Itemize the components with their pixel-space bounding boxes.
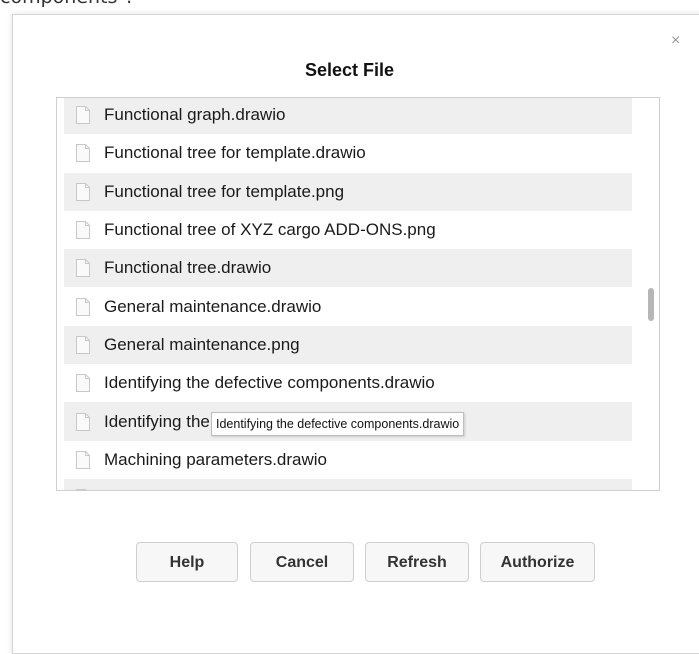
file-row[interactable]: General maintenance.drawio (64, 287, 632, 325)
file-icon (76, 182, 90, 201)
file-icon (76, 259, 90, 278)
file-name: Identifying the defective components.dra… (104, 373, 435, 393)
file-name: General maintenance.png (104, 334, 300, 354)
file-row[interactable]: Functional tree.drawio (64, 249, 632, 288)
refresh-button[interactable]: Refresh (365, 542, 469, 582)
file-icon (76, 412, 90, 431)
file-name: Functional graph.drawio (104, 105, 286, 125)
file-row[interactable]: Machining parameters.drawio (64, 441, 632, 479)
file-icon (76, 221, 90, 240)
file-name: Machining parameters.drawio (104, 449, 327, 469)
file-row[interactable]: Functional tree for template.drawio (64, 134, 632, 172)
close-icon[interactable]: × (671, 33, 680, 49)
file-icon (76, 106, 90, 125)
authorize-button[interactable]: Authorize (480, 542, 595, 582)
file-name: General maintenance.drawio (104, 296, 322, 316)
file-icon (76, 335, 90, 354)
file-icon (76, 489, 87, 490)
scrollbar-thumb[interactable] (648, 288, 654, 321)
file-name: Functional tree for template.png (104, 181, 345, 201)
file-icon (76, 144, 90, 163)
file-name: Manufacturing technology.drawio (104, 488, 352, 490)
background-text: components". (0, 0, 132, 8)
file-name: Functional tree of XYZ cargo ADD-ONS.png (104, 220, 436, 240)
file-icon (76, 450, 90, 469)
file-name: Functional tree.drawio (104, 258, 272, 278)
help-button[interactable]: Help (136, 542, 238, 582)
file-row[interactable]: Functional tree for template.png (64, 172, 632, 211)
file-row[interactable]: Functional graph.drawio (64, 98, 632, 135)
file-row[interactable]: Identifying the defective components.dra… (64, 364, 632, 402)
file-row[interactable]: Functional tree of XYZ cargo ADD-ONS.png (64, 211, 632, 249)
cancel-button[interactable]: Cancel (250, 542, 354, 582)
file-row[interactable]: Manufacturing technology.drawio (64, 478, 632, 490)
file-icon (76, 374, 90, 393)
file-name: Functional tree for template.drawio (104, 143, 366, 163)
tooltip: Identifying the defective components.dra… (211, 412, 465, 436)
dialog-title: Select File (304, 60, 395, 80)
file-row[interactable]: General maintenance.png (64, 325, 632, 365)
file-icon (76, 297, 90, 316)
